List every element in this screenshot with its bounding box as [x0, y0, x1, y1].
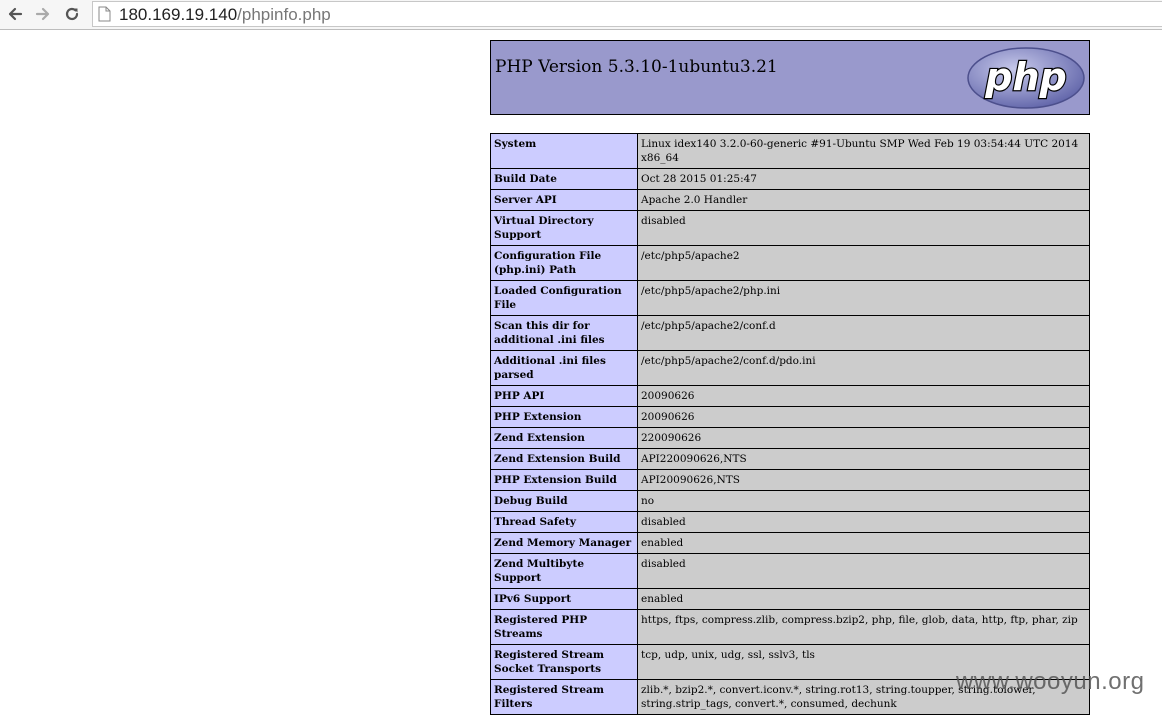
row-value: no: [637, 490, 1090, 512]
row-key: Zend Memory Manager: [490, 532, 638, 554]
row-key: Loaded Configuration File: [490, 280, 638, 316]
table-row: Build Date Oct 28 2015 01:25:47: [490, 168, 1090, 190]
row-value: Apache 2.0 Handler: [637, 189, 1090, 211]
row-value: /etc/php5/apache2/php.ini: [637, 280, 1090, 316]
svg-text:php: php: [984, 55, 1066, 99]
row-key: Debug Build: [490, 490, 638, 512]
table-row: Additional .ini files parsed/etc/php5/ap…: [490, 350, 1090, 386]
row-key: Zend Extension: [490, 427, 638, 449]
row-key: Thread Safety: [490, 511, 638, 533]
table-row: Configuration File (php.ini) Path/etc/ph…: [490, 245, 1090, 281]
forward-button[interactable]: [32, 4, 54, 24]
table-row: Scan this dir for additional .ini files /…: [490, 315, 1090, 351]
table-row: Debug Build no: [490, 490, 1090, 512]
table-row: PHP API 20090626: [490, 385, 1090, 407]
page-title: PHP Version 5.3.10-1ubuntu3.21: [495, 57, 778, 77]
row-value: API20090626,NTS: [637, 469, 1090, 491]
row-key: Virtual Directory Support: [490, 210, 638, 246]
row-value: Linux idex140 3.2.0-60-generic #91-Ubunt…: [637, 133, 1090, 169]
url-host: 180.169.19.140: [119, 5, 238, 24]
table-row: Zend Memory Manager enabled: [490, 532, 1090, 554]
phpinfo-header: PHP Version 5.3.10-1ubuntu3.21 php: [490, 40, 1090, 115]
row-key: Zend Extension Build: [490, 448, 638, 470]
php-logo[interactable]: php: [966, 46, 1086, 110]
address-bar[interactable]: 180.169.19.140/phpinfo.php: [92, 1, 1162, 27]
browser-toolbar: 180.169.19.140/phpinfo.php: [0, 0, 1162, 30]
row-key: Registered Stream Filters: [490, 679, 638, 715]
row-key: Additional .ini files parsed: [490, 350, 638, 386]
row-key: IPv6 Support: [490, 588, 638, 610]
table-row: PHP Extension 20090626: [490, 406, 1090, 428]
row-key: PHP Extension: [490, 406, 638, 428]
table-row: Zend Extension 220090626: [490, 427, 1090, 449]
row-value: API220090626,NTS: [637, 448, 1090, 470]
row-key: Registered Stream Socket Transports: [490, 644, 638, 680]
table-row: Loaded Configuration File/etc/php5/apach…: [490, 280, 1090, 316]
url-path: /phpinfo.php: [237, 5, 331, 24]
back-button[interactable]: [4, 4, 26, 24]
table-row: Zend Extension Build API220090626,NTS: [490, 448, 1090, 470]
row-key: Server API: [490, 189, 638, 211]
row-key: System: [490, 133, 638, 169]
phpinfo-table: System Linux idex140 3.2.0-60-generic #91…: [490, 133, 1090, 715]
row-key: PHP Extension Build: [490, 469, 638, 491]
forward-arrow-icon: [35, 7, 50, 21]
row-value: Oct 28 2015 01:25:47: [637, 168, 1090, 190]
row-value: 220090626: [637, 427, 1090, 449]
row-value: https, ftps, compress.zlib, compress.bzi…: [637, 609, 1090, 645]
table-row: Registered PHP Streams https, ftps, compr…: [490, 609, 1090, 645]
reload-button[interactable]: [61, 4, 83, 24]
table-row: PHP Extension Build API20090626,NTS: [490, 469, 1090, 491]
table-row: Server API Apache 2.0 Handler: [490, 189, 1090, 211]
row-value: disabled: [637, 210, 1090, 246]
row-key: Registered PHP Streams: [490, 609, 638, 645]
url-text[interactable]: 180.169.19.140/phpinfo.php: [119, 5, 331, 25]
table-row: IPv6 Support enabled: [490, 588, 1090, 610]
watermark: www.wooyun.org: [956, 668, 1145, 695]
table-row: Thread Safety disabled: [490, 511, 1090, 533]
row-value: enabled: [637, 588, 1090, 610]
row-key: Configuration File (php.ini) Path: [490, 245, 638, 281]
row-value: disabled: [637, 553, 1090, 589]
row-key: Scan this dir for additional .ini files: [490, 315, 638, 351]
row-value: enabled: [637, 532, 1090, 554]
row-key: Zend Multibyte Support: [490, 553, 638, 589]
row-value: /etc/php5/apache2/conf.d/pdo.ini: [637, 350, 1090, 386]
row-value: /etc/php5/apache2/conf.d: [637, 315, 1090, 351]
row-key: Build Date: [490, 168, 638, 190]
row-value: 20090626: [637, 406, 1090, 428]
row-value: disabled: [637, 511, 1090, 533]
reload-icon: [65, 7, 79, 21]
row-value: 20090626: [637, 385, 1090, 407]
back-arrow-icon: [8, 7, 23, 21]
row-value: /etc/php5/apache2: [637, 245, 1090, 281]
table-row: Zend Multibyte Support disabled: [490, 553, 1090, 589]
row-key: PHP API: [490, 385, 638, 407]
table-row: Virtual Directory Support disabled: [490, 210, 1090, 246]
table-row: System Linux idex140 3.2.0-60-generic #91…: [490, 133, 1090, 169]
page-icon: [98, 6, 111, 22]
